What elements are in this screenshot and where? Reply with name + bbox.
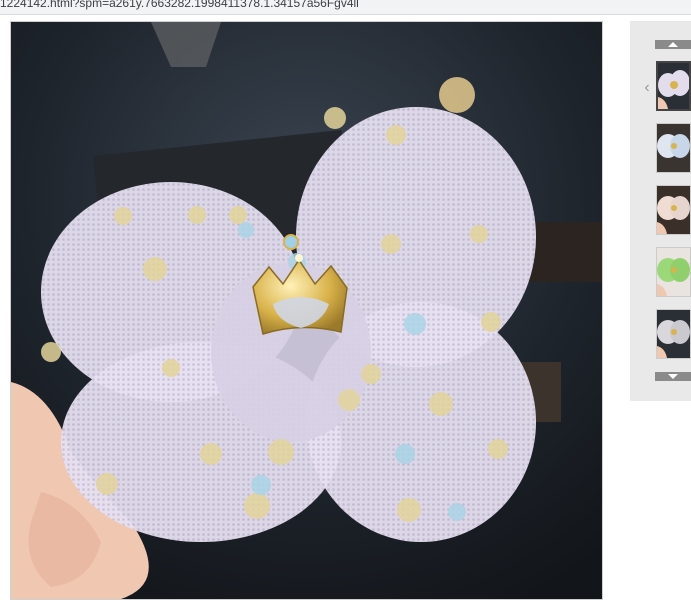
thumbnail-4[interactable] <box>656 247 691 297</box>
address-bar[interactable]: 1224142.html?spm=a261y.7663282.199841137… <box>0 0 691 15</box>
chevron-left-icon[interactable]: ‹ <box>640 79 654 97</box>
thumbnail-white-blue-bow <box>657 124 690 172</box>
triangle-down-icon <box>668 374 678 379</box>
thumbnail-pink-bow <box>657 186 690 234</box>
main-product-image[interactable] <box>10 21 603 600</box>
thumbnail-2[interactable] <box>656 123 691 173</box>
thumbnail-green-bow <box>657 248 690 296</box>
triangle-up-icon <box>668 42 678 47</box>
thumbnail-lavender-bow <box>658 63 689 109</box>
url-text: 1224142.html?spm=a261y.7663282.199841137… <box>0 0 359 10</box>
thumbnail-gray-bow <box>657 310 690 358</box>
thumbnail-panel: ‹ <box>630 21 691 401</box>
thumbnail-3[interactable] <box>656 185 691 235</box>
thumbnail-5[interactable] <box>656 309 691 359</box>
thumbnail-1[interactable] <box>656 61 691 111</box>
scroll-down-button[interactable] <box>655 372 691 381</box>
tulle-bow-photo <box>11 22 602 599</box>
scroll-up-button[interactable] <box>655 40 691 49</box>
